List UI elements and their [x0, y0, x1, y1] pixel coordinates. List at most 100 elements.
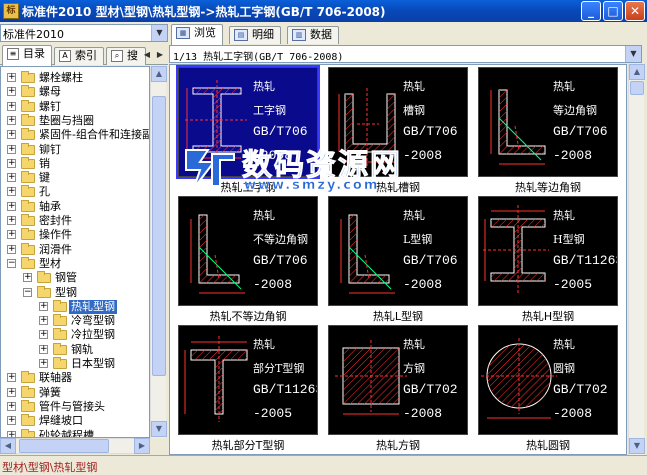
profile-card[interactable]: 热轧 方钢 GB/T702 -2008 热轧方钢 — [324, 323, 472, 452]
tree-node-label[interactable]: 铆钉 — [39, 143, 61, 157]
tree-node[interactable]: + 钢轨 — [1, 342, 149, 357]
tree-node[interactable]: + 垫圈与挡圈 — [1, 113, 149, 128]
tree-node[interactable]: + 孔 — [1, 185, 149, 199]
tree-node-label[interactable]: 冷弯型钢 — [71, 314, 115, 328]
tree-node[interactable]: + 销 — [1, 156, 149, 171]
profile-drawing[interactable]: 热轧 部分T型钢 GB/T11263 -2005 — [178, 325, 318, 435]
profile-card[interactable]: 热轧 不等边角钢 GB/T706 -2008 热轧不等边角钢 — [174, 194, 322, 323]
expand-icon[interactable]: + — [39, 344, 48, 354]
tree-node-label[interactable]: 紧固件-组合件和连接副 — [39, 128, 149, 142]
tree-node[interactable]: + 紧固件-组合件和连接副 — [1, 128, 149, 142]
scroll-left-icon[interactable]: ◀ — [0, 438, 16, 454]
category-tree[interactable]: + 螺栓螺柱 + 螺母 + 螺钉 + 垫圈与挡圈 + 紧固件-组合件和连接副 + 铆钉 + 销 + 键 + 孔 + 轴… — [0, 66, 150, 438]
tree-node-label[interactable]: 垫圈与挡圈 — [39, 114, 94, 128]
tree-node-label[interactable]: 型钢 — [55, 286, 77, 300]
profile-card[interactable]: 热轧 工字钢 GB/T706 -2008 热轧工字钢 — [174, 65, 322, 194]
expand-icon[interactable]: + — [7, 101, 16, 111]
profile-drawing[interactable]: 热轧 L型钢 GB/T706 -2008 — [328, 196, 468, 306]
chevron-down-icon[interactable]: ▼ — [625, 46, 641, 62]
tree-node[interactable]: + 铆钉 — [1, 142, 149, 157]
profile-card[interactable]: 热轧 H型钢 GB/T11263 -2005 热轧H型钢 — [474, 194, 622, 323]
tree-node[interactable]: + 管件与管接头 — [1, 399, 149, 414]
profile-drawing[interactable]: 热轧 H型钢 GB/T11263 -2005 — [478, 196, 618, 306]
profile-card[interactable]: 热轧 等边角钢 GB/T706 -2008 热轧等边角钢 — [474, 65, 622, 194]
maximize-button[interactable]: □ — [603, 1, 623, 21]
scroll-thumb[interactable] — [630, 81, 644, 95]
collapse-icon[interactable]: − — [23, 287, 32, 297]
expand-icon[interactable]: + — [7, 158, 16, 168]
tree-node[interactable]: + 日本型钢 — [1, 357, 149, 371]
profile-drawing[interactable]: 热轧 圆钢 GB/T702 -2008 — [478, 325, 618, 435]
expand-icon[interactable]: + — [7, 115, 16, 125]
expand-icon[interactable]: + — [7, 387, 16, 397]
tab-data[interactable]: ▥ 数据 — [287, 26, 339, 44]
expand-icon[interactable]: + — [7, 230, 16, 240]
scroll-down-icon[interactable]: ▼ — [629, 438, 645, 454]
tree-node-label[interactable]: 键 — [39, 171, 50, 185]
tree-node-label[interactable]: 砂轮越程槽 — [39, 429, 94, 438]
tree-node-label[interactable]: 弹簧 — [39, 386, 61, 400]
tree-node-label[interactable]: 密封件 — [39, 214, 72, 228]
tab-catalog[interactable]: ≡ 目录 — [2, 45, 52, 66]
tree-node[interactable]: + 弹簧 — [1, 385, 149, 400]
expand-icon[interactable]: + — [7, 87, 16, 97]
expand-icon[interactable]: + — [7, 130, 16, 140]
tree-node-label[interactable]: 螺钉 — [39, 100, 61, 114]
hscroll-thumb[interactable] — [19, 439, 109, 453]
expand-icon[interactable]: + — [7, 173, 16, 183]
expand-icon[interactable]: + — [7, 187, 16, 197]
tree-node-label[interactable]: 操作件 — [39, 228, 72, 242]
scroll-down-icon[interactable]: ▼ — [151, 421, 167, 437]
tree-node[interactable]: − 型材 — [1, 256, 149, 271]
tree-node[interactable]: − 型钢 — [1, 285, 149, 300]
scroll-thumb[interactable] — [152, 96, 166, 376]
tree-node[interactable]: + 联轴器 — [1, 371, 149, 385]
scroll-up-icon[interactable]: ▲ — [151, 66, 167, 82]
tree-node[interactable]: + 焊缝坡口 — [1, 414, 149, 428]
tree-node-label[interactable]: 联轴器 — [39, 371, 72, 385]
tree-node[interactable]: + 螺母 — [1, 85, 149, 99]
profile-drawing[interactable]: 热轧 方钢 GB/T702 -2008 — [328, 325, 468, 435]
close-button[interactable]: ✕ — [625, 1, 645, 21]
tree-node[interactable]: + 螺钉 — [1, 99, 149, 114]
expand-icon[interactable]: + — [39, 330, 48, 340]
tab-scroll-left-icon[interactable]: ◀ — [140, 48, 154, 62]
tree-node-label[interactable]: 冷拉型钢 — [71, 328, 115, 342]
tree-node[interactable]: + 操作件 — [1, 228, 149, 242]
minimize-button[interactable]: _ — [581, 1, 601, 21]
tree-node-label[interactable]: 螺栓螺柱 — [39, 71, 83, 85]
library-select[interactable]: 标准件2010 ▼ — [0, 24, 168, 42]
expand-icon[interactable]: + — [23, 273, 32, 283]
profile-drawing[interactable]: 热轧 等边角钢 GB/T706 -2008 — [478, 67, 618, 177]
tree-node[interactable]: + 砂轮越程槽 — [1, 428, 149, 438]
expand-icon[interactable]: + — [39, 359, 48, 368]
expand-icon[interactable]: + — [7, 201, 16, 211]
tree-vertical-scrollbar[interactable]: ▲ ▼ — [150, 66, 167, 438]
collapse-icon[interactable]: − — [7, 258, 16, 268]
tree-node-label[interactable]: 钢轨 — [71, 343, 93, 357]
tree-node-label[interactable]: 孔 — [39, 185, 50, 199]
tree-node-label[interactable]: 轴承 — [39, 200, 61, 214]
tree-node[interactable]: + 键 — [1, 171, 149, 185]
grid-vertical-scrollbar[interactable]: ▲ ▼ — [628, 64, 645, 455]
scroll-right-icon[interactable]: ▶ — [134, 438, 150, 454]
expand-icon[interactable]: + — [7, 416, 16, 426]
expand-icon[interactable]: + — [7, 401, 16, 411]
tree-node[interactable]: + 冷拉型钢 — [1, 328, 149, 342]
tree-node-label[interactable]: 润滑件 — [39, 243, 72, 257]
tree-node[interactable]: + 冷弯型钢 — [1, 314, 149, 328]
tree-node-label[interactable]: 管件与管接头 — [39, 400, 105, 414]
tab-index[interactable]: A 索引 — [54, 47, 104, 65]
tab-scroll-right-icon[interactable]: ▶ — [153, 48, 167, 62]
tree-node-label[interactable]: 热轧型钢 — [69, 299, 117, 314]
tree-node[interactable]: + 螺栓螺柱 — [1, 71, 149, 85]
chevron-down-icon[interactable]: ▼ — [151, 25, 167, 41]
tree-node-label[interactable]: 销 — [39, 157, 50, 171]
tree-horizontal-scrollbar[interactable]: ◀ ▶ — [0, 438, 150, 454]
tab-browse[interactable]: ▦ 浏览 — [171, 24, 223, 45]
tree-node[interactable]: + 润滑件 — [1, 242, 149, 257]
tree-node-label[interactable]: 螺母 — [39, 85, 61, 99]
tree-node[interactable]: + 钢管 — [1, 271, 149, 285]
tree-node-label[interactable]: 型材 — [39, 257, 61, 271]
tree-node[interactable]: + 轴承 — [1, 199, 149, 214]
